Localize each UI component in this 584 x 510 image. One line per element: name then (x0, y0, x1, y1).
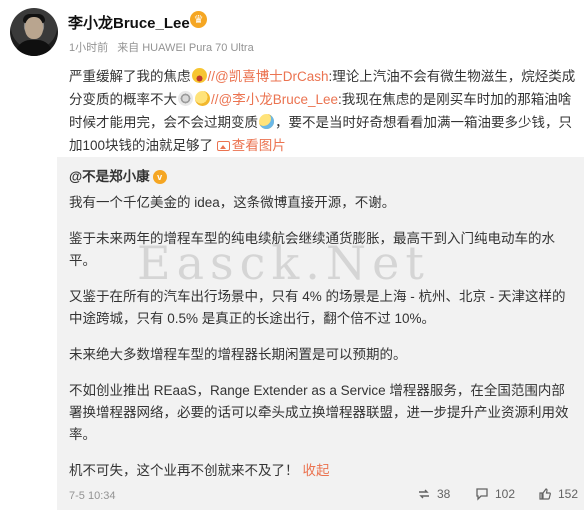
post-meta: 1小时前 来自 HUAWEI Pura 70 Ultra (69, 39, 254, 55)
comment-button[interactable]: 102 (475, 487, 515, 501)
image-icon (216, 141, 230, 151)
repost-count: 38 (437, 487, 451, 501)
repost-button[interactable]: 38 (417, 487, 450, 501)
repost-paragraph: 未来绝大多数增程车型的增程器长期闲置是可以预期的。 (69, 347, 407, 362)
username[interactable]: 李小龙Bruce_Lee (68, 12, 190, 33)
post-time: 1小时前 (69, 42, 109, 54)
comment-count: 102 (495, 487, 516, 501)
post-source: 来自 HUAWEI Pura 70 Ultra (117, 42, 254, 54)
repost-paragraph: 我有一个千亿美金的 idea，这条微博直接开源，不谢。 (69, 195, 396, 210)
laugh-emoji-icon (191, 68, 207, 83)
dizzy-emoji-icon (178, 91, 193, 106)
verified-icon: v (152, 170, 167, 184)
repost-icon (419, 489, 429, 499)
sweat-emoji-icon (259, 114, 274, 129)
view-image-link[interactable]: 查看图片 (216, 138, 286, 153)
repost-paragraph: 机不可失，这个业再不创就来不及了！ 收起 (69, 460, 574, 482)
post-header: 李小龙Bruce_Lee ♛ 1小时前 来自 HUAWEI Pura 70 Ul… (0, 0, 584, 62)
comment-icon (476, 488, 488, 501)
repost-author-name[interactable]: @不是郑小康 (69, 169, 150, 184)
repost-author[interactable]: @不是郑小康 v (69, 165, 167, 185)
like-icon (539, 488, 551, 500)
mention-link[interactable]: //@李小龙Bruce_Lee (211, 92, 338, 107)
like-count: 152 (558, 487, 579, 501)
post-text: 严重缓解了我的焦虑//@凯喜博士DrCash:理论上汽油不会有微生物滋生，烷烃类… (69, 65, 577, 157)
avatar[interactable] (10, 8, 58, 56)
repost-paragraph: 又鉴于在所有的汽车出行场景中，只有 4% 的场景是上海 - 杭州、北京 - 天津… (69, 289, 566, 326)
like-button[interactable]: 152 (538, 487, 578, 501)
watermark: Easck.Net (137, 236, 430, 290)
think-emoji-icon (195, 91, 210, 106)
collapse-link[interactable]: 收起 (303, 463, 330, 478)
mention-link[interactable]: //@凯喜博士DrCash (208, 69, 329, 84)
repost-last-line: 机不可失，这个业再不创就来不及了！ (69, 463, 299, 478)
repost-time: 7-5 10:34 (69, 490, 116, 502)
view-image-label: 查看图片 (231, 138, 286, 153)
post-text-segment: 严重缓解了我的焦虑 (69, 69, 191, 84)
repost-paragraph: 不如创业推出 REaaS，Range Extender as a Service… (69, 383, 569, 442)
vip-crown-icon: ♛ (190, 11, 207, 28)
repost-box[interactable]: @不是郑小康 v 我有一个千亿美金的 idea，这条微博直接开源，不谢。 鉴于未来… (57, 157, 584, 510)
